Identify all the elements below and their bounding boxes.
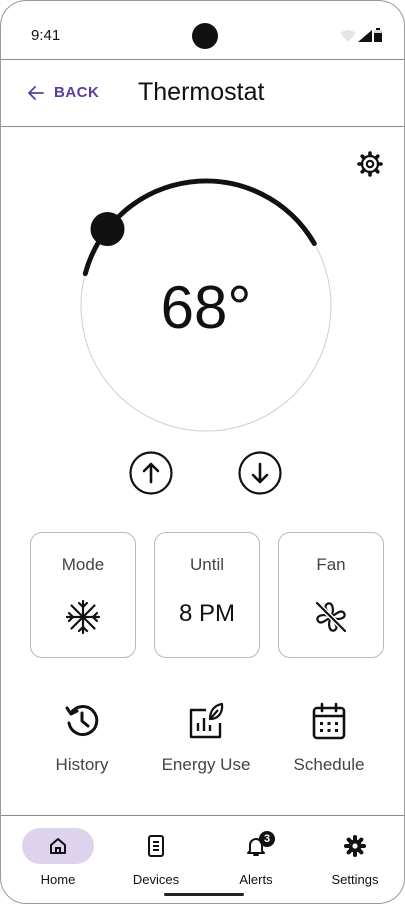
- energy-use-label: Energy Use: [161, 755, 251, 774]
- back-label: BACK: [54, 84, 100, 101]
- increase-temperature-button[interactable]: [129, 451, 173, 495]
- nav-active-indicator: [22, 828, 94, 864]
- nav-item-home[interactable]: Home: [13, 828, 103, 887]
- phone-frame: 9:41 BACK Thermostat 68° Mode Until 8 PM…: [0, 0, 405, 904]
- status-bar: 9:41: [1, 1, 404, 60]
- until-card[interactable]: Until 8 PM: [154, 532, 260, 658]
- mode-label: Mode: [61, 555, 105, 574]
- battery-icon: [374, 28, 382, 42]
- alerts-badge: 3: [259, 831, 275, 847]
- fan-card[interactable]: Fan: [278, 532, 384, 658]
- nav-item-alerts[interactable]: 3 Alerts: [211, 828, 301, 887]
- history-label: History: [55, 755, 109, 774]
- history-button[interactable]: History: [27, 701, 137, 775]
- app-bar: BACK Thermostat: [1, 60, 404, 127]
- home-icon: [50, 838, 66, 854]
- device-icon: [148, 835, 164, 857]
- schedule-button[interactable]: Schedule: [274, 701, 384, 775]
- nav-item-devices[interactable]: Devices: [111, 828, 201, 887]
- dial-knob[interactable]: [90, 212, 125, 246]
- until-label: Until: [189, 555, 224, 574]
- calendar-icon: [312, 702, 346, 740]
- page-title: Thermostat: [138, 78, 265, 106]
- energy-chart-leaf-icon: [189, 702, 224, 739]
- gear-icon[interactable]: [357, 151, 383, 177]
- schedule-label: Schedule: [293, 755, 365, 774]
- until-value: 8 PM: [178, 600, 235, 627]
- nav-label-alerts: Alerts: [239, 872, 273, 887]
- bottom-navigation: Home Devices 3 Alerts Settings: [1, 815, 404, 903]
- wifi-icon: [340, 30, 356, 42]
- arrow-left-icon: [28, 85, 44, 100]
- back-button[interactable]: BACK: [28, 84, 99, 101]
- cellular-signal-icon: [358, 30, 372, 42]
- status-icons: [340, 28, 382, 42]
- energy-use-button[interactable]: Energy Use: [151, 701, 261, 775]
- settings-gear-icon: [344, 835, 366, 857]
- fan-label: Fan: [316, 555, 346, 574]
- snowflake-icon: [65, 599, 101, 635]
- nav-item-settings[interactable]: Settings: [310, 828, 400, 887]
- fan-off-icon: [315, 601, 347, 633]
- nav-label-settings: Settings: [331, 872, 379, 887]
- mode-card[interactable]: Mode: [30, 532, 136, 658]
- camera-cutout: [192, 23, 218, 49]
- decrease-temperature-button[interactable]: [238, 451, 282, 495]
- home-indicator: [164, 893, 244, 896]
- temperature-value: 68°: [160, 274, 252, 341]
- history-icon: [65, 705, 99, 737]
- nav-label-home: Home: [40, 872, 76, 887]
- status-time: 9:41: [31, 27, 61, 44]
- nav-label-devices: Devices: [132, 872, 180, 887]
